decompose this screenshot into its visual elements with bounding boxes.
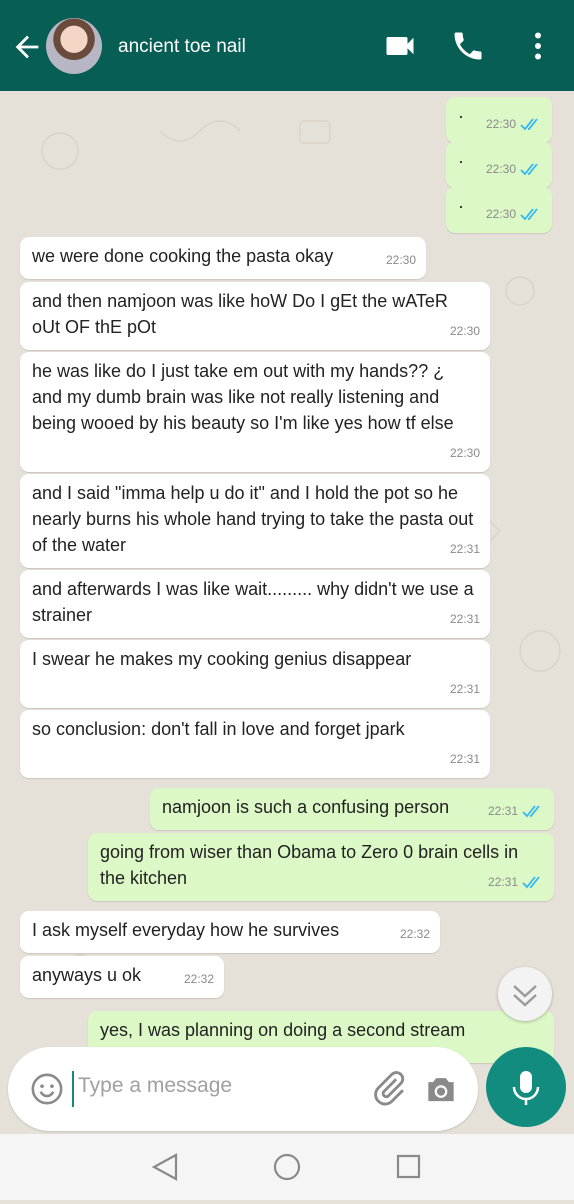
avatar[interactable] [46, 18, 102, 74]
read-ticks-icon [522, 876, 540, 889]
message-text: I swear he makes my cooking genius disap… [32, 649, 412, 669]
message-text: yes, I was planning on doing a second st… [100, 1020, 466, 1040]
read-ticks-icon [522, 805, 540, 818]
message-bubble[interactable]: he was like do I just take em out with m… [20, 352, 490, 472]
nav-recents-icon[interactable] [396, 1154, 421, 1179]
message-text: · [458, 196, 464, 216]
message-time: 22:30 [485, 117, 516, 131]
message-input[interactable]: Type a message [78, 1074, 232, 1098]
message-text: namjoon is such a confusing person [162, 797, 450, 817]
message-bubble[interactable]: namjoon is such a confusing person 22:31 [150, 788, 554, 830]
message-composer: Type a message [8, 1047, 478, 1131]
read-ticks-icon [520, 208, 538, 221]
message-text: · [458, 106, 464, 126]
message-time: 22:31 [487, 875, 518, 889]
message-time: 22:31 [487, 804, 518, 818]
message-time: 22:31 [449, 612, 480, 626]
message-bubble[interactable]: and afterwards I was like wait......... … [20, 570, 490, 638]
message-time: 22:32 [399, 927, 430, 941]
message-time: 22:31 [449, 542, 480, 556]
attach-icon[interactable] [370, 1069, 408, 1107]
back-arrow-icon[interactable] [10, 30, 44, 64]
scroll-to-bottom-button[interactable] [498, 967, 552, 1021]
nav-home-icon[interactable] [273, 1153, 301, 1181]
double-chevron-down-icon [513, 985, 537, 1007]
mic-button[interactable] [486, 1047, 566, 1127]
message-text: going from wiser than Obama to Zero 0 br… [100, 842, 519, 888]
message-bubble[interactable]: · 22:30 [446, 142, 552, 188]
mic-icon [512, 1071, 540, 1105]
message-time: 22:30 [449, 446, 480, 460]
message-time: 22:31 [449, 682, 480, 696]
message-bubble[interactable]: and then namjoon was like hoW Do I gEt t… [20, 282, 490, 350]
message-bubble[interactable]: I swear he makes my cooking genius disap… [20, 640, 490, 708]
message-text: and then namjoon was like hoW Do I gEt t… [32, 291, 448, 337]
message-bubble[interactable]: · 22:30 [446, 97, 552, 143]
emoji-icon[interactable] [30, 1072, 64, 1106]
message-bubble[interactable]: · 22:30 [446, 187, 552, 233]
message-bubble[interactable]: I ask myself everyday how he survives 22… [20, 911, 440, 953]
read-ticks-icon [520, 118, 538, 131]
message-text: I ask myself everyday how he survives [32, 920, 340, 940]
more-vert-icon[interactable] [520, 28, 556, 64]
message-time: 22:30 [449, 324, 480, 338]
message-time: 22:30 [485, 207, 516, 221]
message-text: and I said "imma help u do it" and I hol… [32, 483, 474, 555]
message-bubble[interactable]: going from wiser than Obama to Zero 0 br… [88, 833, 554, 901]
phone-icon[interactable] [450, 28, 486, 64]
message-time: 22:30 [385, 253, 416, 267]
chat-header: ancient toe nail [0, 0, 574, 91]
system-nav-bar [0, 1134, 574, 1200]
message-text: so conclusion: don't fall in love and fo… [32, 719, 405, 739]
text-cursor [72, 1071, 74, 1107]
message-bubble[interactable]: so conclusion: don't fall in love and fo… [20, 710, 490, 778]
message-time: 22:31 [449, 752, 480, 766]
video-call-icon[interactable] [382, 28, 418, 64]
message-text: · [458, 151, 464, 171]
message-text: and afterwards I was like wait......... … [32, 579, 474, 625]
message-bubble[interactable]: we were done cooking the pasta okay 22:3… [20, 237, 426, 279]
read-ticks-icon [520, 163, 538, 176]
nav-back-icon[interactable] [151, 1153, 178, 1181]
contact-name[interactable]: ancient toe nail [118, 36, 246, 58]
message-bubble[interactable]: and I said "imma help u do it" and I hol… [20, 474, 490, 568]
camera-icon[interactable] [422, 1071, 460, 1109]
message-bubble[interactable]: anyways u ok 22:32 [20, 956, 224, 998]
message-text: we were done cooking the pasta okay [32, 246, 334, 266]
message-time: 22:30 [485, 162, 516, 176]
message-text: he was like do I just take em out with m… [32, 361, 454, 433]
message-list[interactable]: · 22:30 · 22:30 · 22:30 we were done coo… [0, 91, 574, 1131]
message-time: 22:32 [183, 972, 214, 986]
message-text: anyways u ok [32, 965, 142, 985]
